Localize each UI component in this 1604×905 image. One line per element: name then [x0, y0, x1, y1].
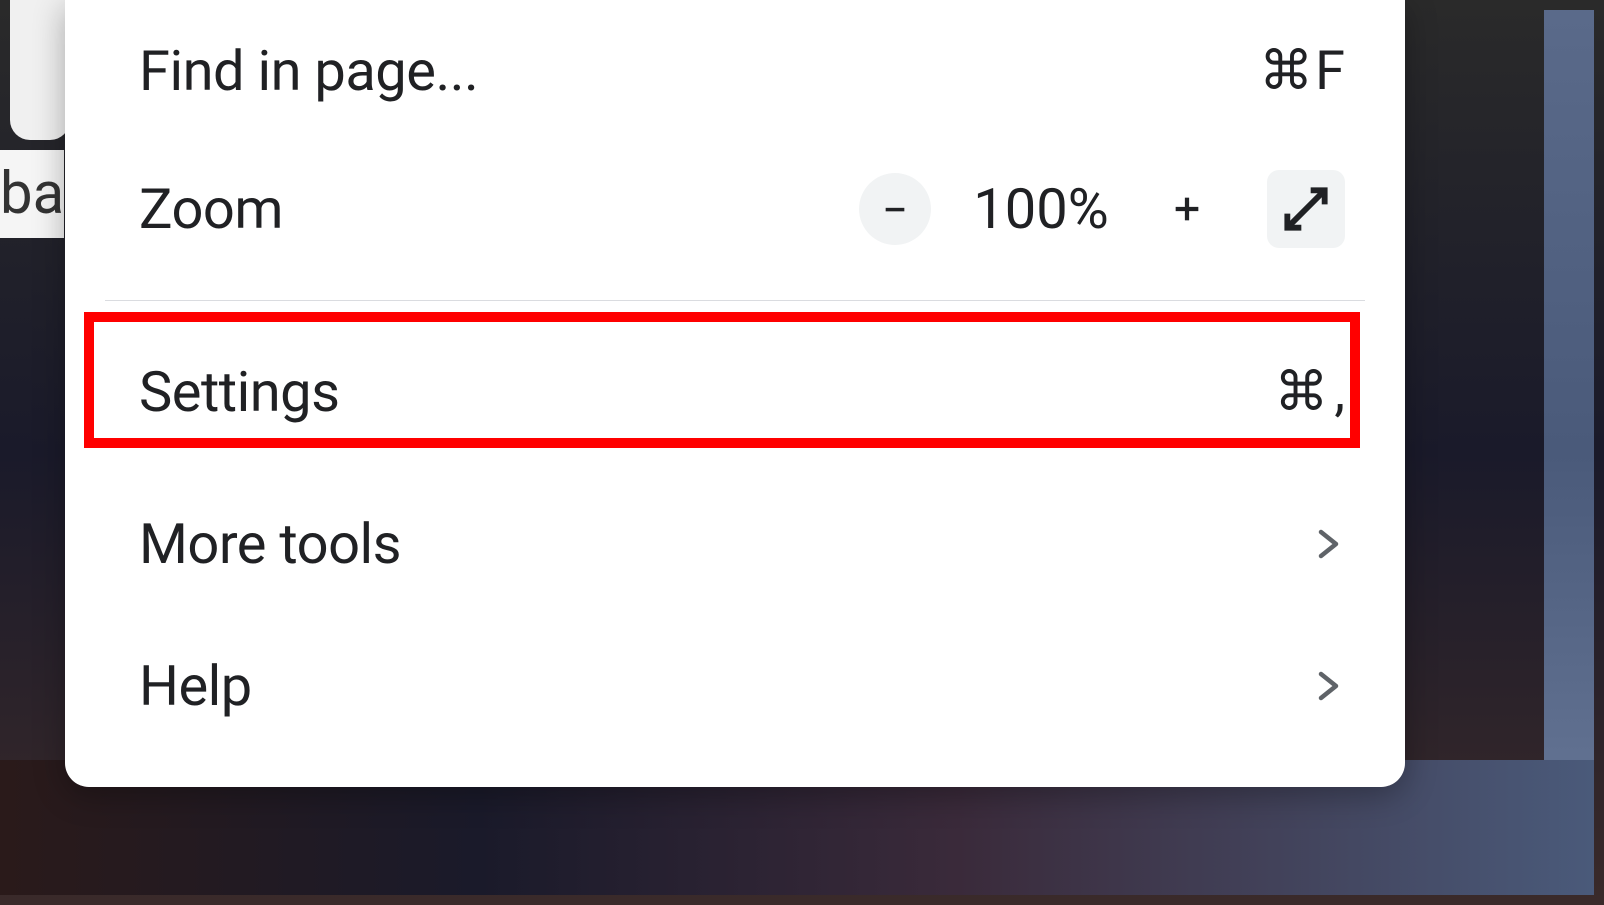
- fullscreen-button[interactable]: [1267, 170, 1345, 248]
- menu-item-help[interactable]: Help: [65, 615, 1405, 757]
- find-in-page-label: Find in page...: [139, 38, 478, 104]
- plus-icon: [1170, 192, 1204, 226]
- fullscreen-icon: [1278, 181, 1334, 237]
- command-key-icon: ⌘: [1259, 39, 1313, 103]
- zoom-controls: 100%: [859, 170, 1345, 248]
- chevron-right-icon: [1309, 517, 1345, 571]
- command-key-icon: ⌘: [1274, 360, 1328, 424]
- zoom-value: 100%: [961, 176, 1121, 242]
- browser-overflow-menu: Find in page... ⌘F Zoom 100% Se: [65, 0, 1405, 787]
- menu-item-find-in-page[interactable]: Find in page... ⌘F: [65, 0, 1405, 142]
- backdrop-tab-corner: [10, 0, 70, 140]
- zoom-out-button[interactable]: [859, 173, 931, 245]
- shortcut-key-comma: ,: [1334, 361, 1345, 424]
- menu-item-zoom: Zoom 100%: [65, 142, 1405, 290]
- more-tools-label: More tools: [139, 511, 401, 577]
- zoom-in-button[interactable]: [1151, 173, 1223, 245]
- minus-icon: [881, 195, 909, 223]
- shortcut-key-f: F: [1315, 40, 1345, 103]
- backdrop-partial-text: ba: [0, 150, 64, 238]
- chevron-right-icon: [1309, 659, 1345, 713]
- settings-label: Settings: [139, 359, 339, 425]
- menu-item-more-tools[interactable]: More tools: [65, 473, 1405, 615]
- settings-shortcut: ⌘,: [1274, 360, 1345, 424]
- find-in-page-shortcut: ⌘F: [1259, 39, 1345, 103]
- zoom-label: Zoom: [139, 176, 283, 242]
- help-label: Help: [139, 653, 252, 719]
- menu-item-settings[interactable]: Settings ⌘,: [65, 311, 1405, 473]
- menu-divider: [105, 300, 1365, 301]
